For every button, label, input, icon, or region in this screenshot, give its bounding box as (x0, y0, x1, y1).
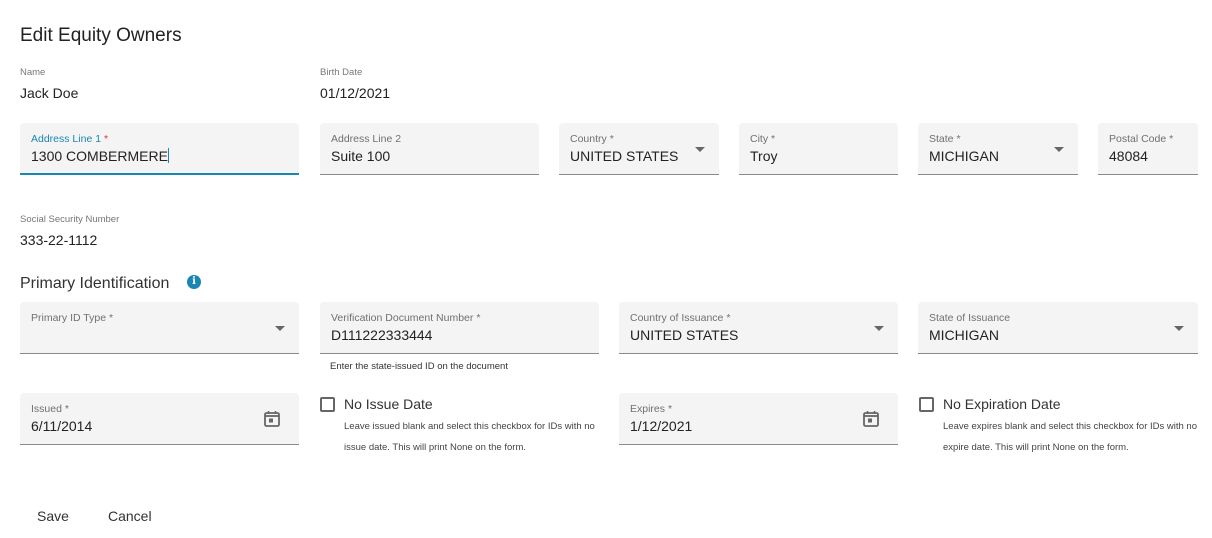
issued-input[interactable]: 6/11/2014 (31, 418, 92, 434)
city-field[interactable]: City * Troy (739, 123, 898, 175)
text-caret (167, 148, 169, 163)
address-line-2-field[interactable]: Address Line 2 Suite 100 (320, 123, 539, 175)
calendar-icon[interactable] (264, 410, 280, 427)
no-issue-date-help: Leave issued blank and select this check… (344, 421, 595, 453)
state-of-issuance-select[interactable]: State of Issuance MICHIGAN (918, 302, 1198, 354)
dropdown-arrow-icon[interactable] (1054, 147, 1064, 152)
ssn-value: 333-22-1112 (20, 232, 98, 248)
verification-document-number-label: Verification Document Number * (331, 312, 481, 324)
expires-date-field[interactable]: Expires * 1/12/2021 (619, 393, 898, 445)
state-select[interactable]: State * MICHIGAN (918, 123, 1078, 175)
expires-input[interactable]: 1/12/2021 (630, 418, 692, 434)
section-title-primary-identification: Primary Identification (20, 275, 170, 292)
postal-code-label: Postal Code * (1109, 133, 1174, 145)
no-expiration-date-help: Leave expires blank and select this chec… (943, 421, 1197, 453)
birth-date-value: 01/12/2021 (320, 85, 391, 101)
no-expiration-date-label[interactable]: No Expiration Date (943, 396, 1061, 412)
no-issue-date-label[interactable]: No Issue Date (344, 396, 433, 412)
postal-code-input[interactable]: 48084 (1109, 148, 1148, 164)
calendar-icon[interactable] (863, 410, 879, 427)
issued-date-field[interactable]: Issued * 6/11/2014 (20, 393, 299, 445)
name-display: Name Jack Doe (20, 67, 78, 101)
country-value: UNITED STATES (570, 148, 679, 164)
address-line-2-label: Address Line 2 (331, 133, 402, 145)
dropdown-arrow-icon[interactable] (695, 147, 705, 152)
city-label: City * (750, 133, 776, 145)
dropdown-arrow-icon[interactable] (1174, 326, 1184, 331)
country-of-issuance-value: UNITED STATES (630, 327, 739, 343)
birth-date-label: Birth Date (320, 67, 363, 78)
city-input[interactable]: Troy (750, 148, 777, 164)
save-button[interactable]: Save (33, 506, 73, 526)
name-label: Name (20, 67, 46, 78)
ssn-display: Social Security Number 333-22-1112 (20, 214, 119, 248)
verification-document-hint: Enter the state-issued ID on the documen… (330, 361, 508, 372)
state-of-issuance-value: MICHIGAN (929, 327, 999, 343)
dropdown-arrow-icon[interactable] (874, 326, 884, 331)
address-line-1-input[interactable]: 1300 COMBERMERE (31, 148, 169, 164)
country-label: Country * (570, 133, 614, 145)
expires-label: Expires * (630, 403, 673, 415)
dropdown-arrow-icon[interactable] (275, 326, 285, 331)
country-of-issuance-label: Country of Issuance * (630, 312, 731, 324)
primary-id-type-label: Primary ID Type * (31, 312, 114, 324)
name-value: Jack Doe (20, 85, 79, 101)
info-icon[interactable]: i (187, 275, 201, 289)
address-line-1-label: Address Line 1 * (31, 133, 109, 145)
page-title: Edit Equity Owners (20, 25, 182, 46)
country-of-issuance-select[interactable]: Country of Issuance * UNITED STATES (619, 302, 898, 354)
no-issue-date-checkbox[interactable] (320, 397, 335, 412)
address-line-1-field[interactable]: Address Line 1 * 1300 COMBERMERE (20, 123, 299, 175)
cancel-button[interactable]: Cancel (104, 506, 156, 526)
postal-code-field[interactable]: Postal Code * 48084 (1098, 123, 1198, 175)
state-of-issuance-label: State of Issuance (929, 312, 1011, 324)
no-expiration-date-checkbox[interactable] (919, 397, 934, 412)
country-select[interactable]: Country * UNITED STATES (559, 123, 719, 175)
ssn-label: Social Security Number (20, 214, 120, 225)
birth-date-display: Birth Date 01/12/2021 (320, 67, 390, 101)
verification-document-number-field[interactable]: Verification Document Number * D11122233… (320, 302, 599, 354)
verification-document-number-input[interactable]: D111222333444 (331, 327, 432, 343)
primary-id-type-select[interactable]: Primary ID Type * (20, 302, 299, 354)
state-value: MICHIGAN (929, 148, 999, 164)
issued-label: Issued * (31, 403, 69, 415)
address-line-2-input[interactable]: Suite 100 (331, 148, 390, 164)
state-label: State * (929, 133, 961, 145)
